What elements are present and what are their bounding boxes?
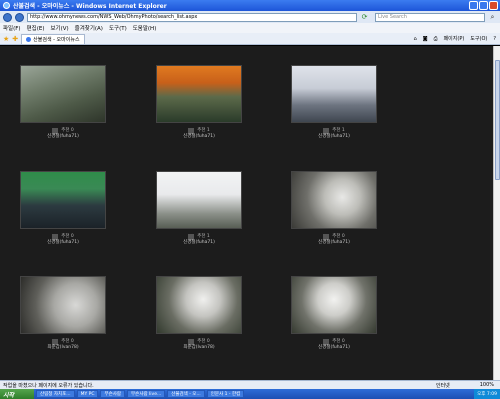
- taskbar-item[interactable]: 무슨사람: [100, 390, 126, 398]
- photo-card[interactable]: 추천 0 최준갑(Ivan78): [156, 276, 242, 351]
- photo-thumbnail[interactable]: [156, 276, 242, 334]
- menu-view[interactable]: 보기(V): [50, 24, 68, 32]
- taskbar: 시작 산림청 자치포... MY PC 무슨사람 무슨사람 live... 산불…: [0, 389, 500, 399]
- help-icon[interactable]: ?: [493, 36, 496, 42]
- maximize-button[interactable]: [479, 1, 488, 10]
- photo-author[interactable]: 신경철(fuha71): [156, 134, 242, 140]
- add-favorite-icon[interactable]: ✚: [12, 35, 18, 43]
- search-icon[interactable]: ⌕: [488, 13, 497, 22]
- photo-author[interactable]: 신경철(fuha71): [20, 240, 106, 246]
- tools-menu[interactable]: 도구(O): [470, 35, 487, 42]
- browser-tab[interactable]: 산불검색 - 오마이뉴스: [21, 33, 85, 44]
- photo-thumbnail[interactable]: [20, 65, 106, 123]
- photo-card[interactable]: 추천 0 신경철(fuha71): [20, 171, 106, 246]
- page-menu[interactable]: 페이지(P): [444, 35, 465, 42]
- menu-bar: 파일(F) 편집(E) 보기(V) 즐겨찾기(A) 도구(T) 도움말(H): [0, 23, 500, 33]
- menu-edit[interactable]: 편집(E): [27, 24, 45, 32]
- taskbar-item[interactable]: 산불검색 - 오...: [167, 390, 205, 398]
- print-icon[interactable]: ⎙: [434, 36, 438, 42]
- photo-author[interactable]: 신경철(fuha71): [20, 134, 106, 140]
- photo-thumbnail[interactable]: [156, 171, 242, 229]
- scrollbar-thumb[interactable]: [495, 60, 500, 180]
- tab-ie-icon: [26, 36, 32, 42]
- zoom-level[interactable]: 100%: [480, 382, 494, 389]
- photo-author[interactable]: 최준갑(Ivan78): [156, 345, 242, 351]
- photo-thumbnail[interactable]: [291, 171, 377, 229]
- photo-card[interactable]: 추천 0 신경철(fuha71): [291, 171, 377, 246]
- close-button[interactable]: [489, 1, 498, 10]
- photo-gallery: 추천 0 신경철(fuha71) 추천 1 신경철(fuha71) 추천 1 신경철(…: [0, 46, 500, 380]
- feeds-icon[interactable]: ◙: [423, 36, 428, 42]
- photo-card[interactable]: 추천 0 최준갑(Ivan78): [20, 276, 106, 351]
- photo-author[interactable]: 최준갑(Ivan78): [20, 345, 106, 351]
- menu-file[interactable]: 파일(F): [3, 24, 21, 32]
- vertical-scrollbar[interactable]: [493, 46, 500, 380]
- photo-thumbnail[interactable]: [291, 276, 377, 334]
- start-button[interactable]: 시작: [0, 389, 34, 399]
- photo-card[interactable]: 추천 1 신경철(fuha71): [156, 171, 242, 246]
- favorites-star-icon[interactable]: ★: [3, 35, 9, 43]
- taskbar-item[interactable]: 산림청 자치포...: [36, 390, 75, 398]
- search-input[interactable]: Live Search: [375, 12, 485, 22]
- status-message: 작업을 마쳤으나 페이지에 오류가 있습니다.: [3, 382, 94, 389]
- photo-thumbnail[interactable]: [291, 65, 377, 123]
- system-tray: 오후 7:09: [474, 389, 500, 399]
- favorites-bar: ★ ✚ 산불검색 - 오마이뉴스 ⌂ ◙ ⎙ 페이지(P) 도구(O) ?: [0, 33, 500, 45]
- photo-author[interactable]: 신경철(fuha71): [291, 134, 377, 140]
- menu-help[interactable]: 도움말(H): [133, 24, 157, 32]
- minimize-button[interactable]: [469, 1, 478, 10]
- taskbar-item[interactable]: 인문사 1 - 한컴: [206, 390, 245, 398]
- ie-logo-icon: [3, 2, 10, 9]
- home-icon[interactable]: ⌂: [414, 36, 417, 42]
- refresh-icon[interactable]: ⟳: [360, 13, 369, 22]
- url-input[interactable]: http://www.ohmynews.com/NWS_Web/OhmyPhot…: [27, 12, 357, 22]
- taskbar-item[interactable]: MY PC: [76, 390, 99, 398]
- tab-label: 산불검색 - 오마이뉴스: [33, 36, 80, 43]
- photo-author[interactable]: 신경철(fuha71): [156, 240, 242, 246]
- status-bar: 작업을 마쳤으나 페이지에 오류가 있습니다. 인터넷 100%: [0, 380, 500, 389]
- clock: 오후 7:09: [477, 392, 497, 397]
- photo-card[interactable]: 추천 1 신경철(fuha71): [156, 65, 242, 140]
- photo-card[interactable]: 추천 0 신경철(fuha71): [291, 276, 377, 351]
- address-bar: http://www.ohmynews.com/NWS_Web/OhmyPhot…: [0, 11, 500, 23]
- photo-thumbnail[interactable]: [20, 276, 106, 334]
- window-title: 산불검색 - 오마이뉴스 - Windows Internet Explorer: [13, 3, 167, 10]
- back-button[interactable]: [3, 12, 12, 22]
- forward-button[interactable]: [15, 12, 24, 22]
- photo-card[interactable]: 추천 0 신경철(fuha71): [20, 65, 106, 140]
- taskbar-item[interactable]: 무슨사람 live...: [127, 390, 166, 398]
- menu-tools[interactable]: 도구(T): [109, 24, 127, 32]
- photo-thumbnail[interactable]: [20, 171, 106, 229]
- photo-author[interactable]: 신경철(fuha71): [291, 345, 377, 351]
- menu-favorites[interactable]: 즐겨찾기(A): [75, 24, 103, 32]
- photo-card[interactable]: 추천 1 신경철(fuha71): [291, 65, 377, 140]
- photo-author[interactable]: 신경철(fuha71): [291, 240, 377, 246]
- security-zone: 인터넷: [435, 382, 450, 389]
- title-bar: 산불검색 - 오마이뉴스 - Windows Internet Explorer: [0, 0, 500, 11]
- photo-thumbnail[interactable]: [156, 65, 242, 123]
